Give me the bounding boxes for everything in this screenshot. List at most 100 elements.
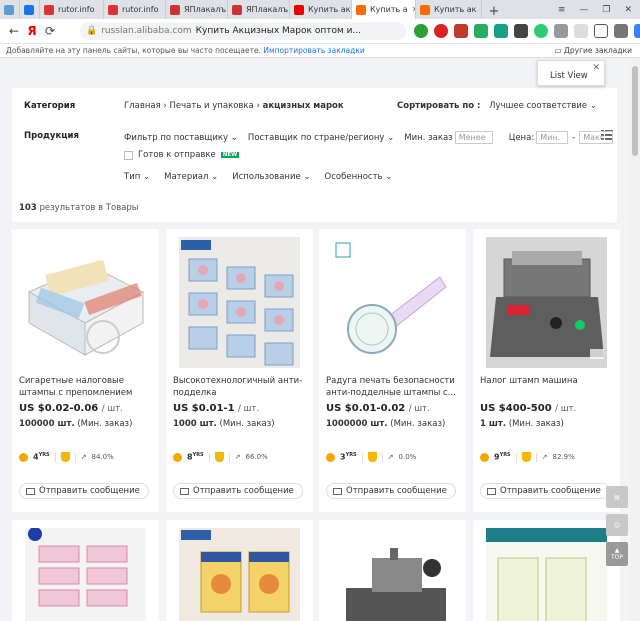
menu-icon[interactable]: ≡: [558, 5, 566, 15]
green-ext-icon[interactable]: [474, 24, 488, 38]
product-image[interactable]: [486, 237, 607, 368]
restore-icon[interactable]: ❐: [602, 5, 610, 15]
url-host: russian.alibaba.com: [101, 26, 192, 36]
shield-ext-icon[interactable]: [554, 24, 568, 38]
close-window-icon[interactable]: ✕: [624, 5, 632, 15]
attr-type-dropdown[interactable]: Тип ⌄: [124, 172, 150, 182]
breadcrumb-printing[interactable]: Печать и упаковка: [170, 101, 254, 111]
product-title[interactable]: Сигаретные налоговые штампы с препомлени…: [19, 375, 154, 399]
other-bookmarks-label: Другие закладки: [564, 46, 632, 55]
messenger-icon[interactable]: ☺: [606, 514, 628, 536]
check-ext-icon[interactable]: [534, 24, 548, 38]
import-bookmarks-link[interactable]: Импортировать закладки: [263, 46, 364, 55]
dark-ext-icon[interactable]: [514, 24, 528, 38]
grid-ext-icon[interactable]: [614, 24, 628, 38]
send-message-button[interactable]: Отправить сообщение: [19, 483, 149, 499]
browser-tab-4[interactable]: ЯПлакалъ: [166, 0, 228, 19]
product-card[interactable]: Радуга печать безопасности анти-подделны…: [319, 229, 466, 512]
product-card[interactable]: [319, 520, 466, 621]
tab-label: Купить ак: [308, 5, 351, 14]
minimize-icon[interactable]: —: [579, 5, 588, 15]
attr-usage-dropdown[interactable]: Использование ⌄: [232, 172, 310, 182]
download-ext-icon[interactable]: [414, 24, 428, 38]
close-icon[interactable]: ✕: [592, 63, 600, 73]
min-order: 1 шт. (Мин. заказ): [480, 419, 564, 429]
price-max-input[interactable]: Макс.: [579, 131, 614, 144]
response-rate-icon: ↗: [80, 453, 87, 461]
product-card[interactable]: [166, 520, 313, 621]
product-title[interactable]: Налог штамп машина: [480, 375, 615, 399]
bookmarks-hint: Добавляйте на эту панель сайты, которые …: [6, 46, 261, 55]
labeling-machine-image: [332, 528, 453, 621]
min-order-input[interactable]: Менее: [454, 131, 493, 144]
moq-suffix: (Мин. заказ): [219, 419, 275, 429]
product-image[interactable]: [25, 528, 146, 621]
product-title[interactable]: Высокотехнологичный анти-подделка пользо…: [173, 375, 308, 399]
min-order: 100000 шт. (Мин. заказ): [19, 419, 132, 429]
product-card[interactable]: Налог штамп машина US $400-500 / шт. 1 ш…: [473, 229, 620, 512]
results-number: 103: [19, 203, 37, 213]
browser-tab-3[interactable]: rutor.info: [104, 0, 166, 19]
adblock-ext-icon[interactable]: [434, 24, 448, 38]
product-image[interactable]: [179, 528, 300, 621]
product-card[interactable]: [473, 520, 620, 621]
send-message-button[interactable]: Отправить сообщение: [326, 483, 456, 499]
browser-tab-0[interactable]: [0, 0, 20, 19]
price-min-input[interactable]: Мин.: [536, 131, 569, 144]
reload-icon[interactable]: ⟳: [40, 24, 60, 38]
sort-value[interactable]: Лучшее соответствие: [489, 101, 587, 111]
supplier-filter-dropdown[interactable]: Фильтр по поставщику ⌄: [124, 133, 238, 143]
back-arrow-icon[interactable]: ←: [4, 24, 24, 38]
tab-bar: rutor.info rutor.info ЯПлакалъ ЯПлакалъ …: [0, 0, 640, 19]
envelope-icon: [333, 487, 342, 495]
ready-to-ship-filter[interactable]: Готов к отправке NEW: [124, 150, 240, 160]
tab-label: rutor.info: [58, 5, 95, 14]
send-message-button[interactable]: Отправить сообщение: [480, 483, 610, 499]
browser-tab-2[interactable]: rutor.info: [40, 0, 104, 19]
yrs-label: YRS: [38, 452, 50, 459]
product-image[interactable]: [486, 528, 607, 621]
product-image[interactable]: [179, 237, 300, 368]
new-tab-button[interactable]: +: [482, 4, 506, 19]
supplier-filter-label: Фильтр по поставщику: [124, 132, 229, 143]
product-card[interactable]: Сигаретные налоговые штампы с препомлени…: [12, 229, 159, 512]
price-unit: / шт.: [238, 404, 260, 414]
product-image[interactable]: [25, 237, 146, 368]
supplier-meta: 9YRS ↗ 82.9%: [480, 452, 575, 462]
sort-control[interactable]: Сортировать по : Лучшее соответствие ⌄: [397, 101, 597, 111]
send-message-label: Отправить сообщение: [500, 486, 601, 496]
tab-favicon: [420, 4, 430, 15]
product-image[interactable]: [332, 237, 453, 368]
browser-tab-7[interactable]: Купить а✕: [352, 0, 416, 19]
browser-tab-6[interactable]: Купить ак: [290, 0, 352, 19]
product-title[interactable]: Радуга печать безопасности анти-подделны…: [326, 375, 461, 399]
product-card[interactable]: [12, 520, 159, 621]
product-image[interactable]: [332, 528, 453, 621]
rfq-icon[interactable]: ▤: [606, 486, 628, 508]
browser-tab-8[interactable]: Купить ак: [416, 0, 482, 19]
response-rate: 82.9%: [552, 453, 575, 461]
scrollbar-thumb[interactable]: [632, 66, 638, 156]
teal-ext-icon[interactable]: [494, 24, 508, 38]
breadcrumb-home[interactable]: Главная: [124, 101, 161, 111]
page-scrollbar[interactable]: [630, 58, 640, 621]
attr-feature-dropdown[interactable]: Особенность ⌄: [325, 172, 393, 182]
lock-icon: 🔒: [86, 26, 98, 36]
region-filter-dropdown[interactable]: Поставщик по стране/региону ⌄: [248, 133, 394, 143]
attr-material-dropdown[interactable]: Материал ⌄: [164, 172, 218, 182]
url-title: Купить Акцизных Марок оптом и...: [195, 26, 362, 36]
send-message-button[interactable]: Отправить сообщение: [173, 483, 303, 499]
tab-favicon: [232, 4, 242, 15]
other-bookmarks[interactable]: ▭ Другие закладки: [555, 44, 632, 57]
url-field[interactable]: 🔒 russian.alibaba.com Купить Акцизных Ма…: [80, 22, 406, 40]
red-ext-icon[interactable]: [454, 24, 468, 38]
ready-to-ship-checkbox[interactable]: [124, 150, 133, 160]
browser-tab-1[interactable]: [20, 0, 40, 19]
product-card[interactable]: Высокотехнологичный анти-подделка пользо…: [166, 229, 313, 512]
browser-tab-5[interactable]: ЯПлакалъ: [228, 0, 290, 19]
screen-ext-icon[interactable]: [634, 24, 640, 38]
puzzle-ext-icon[interactable]: [574, 24, 588, 38]
yandex-logo-icon[interactable]: Я: [24, 24, 40, 38]
back-to-top-button[interactable]: ▲ TOP: [606, 542, 628, 566]
chat-ext-icon[interactable]: [594, 24, 608, 38]
